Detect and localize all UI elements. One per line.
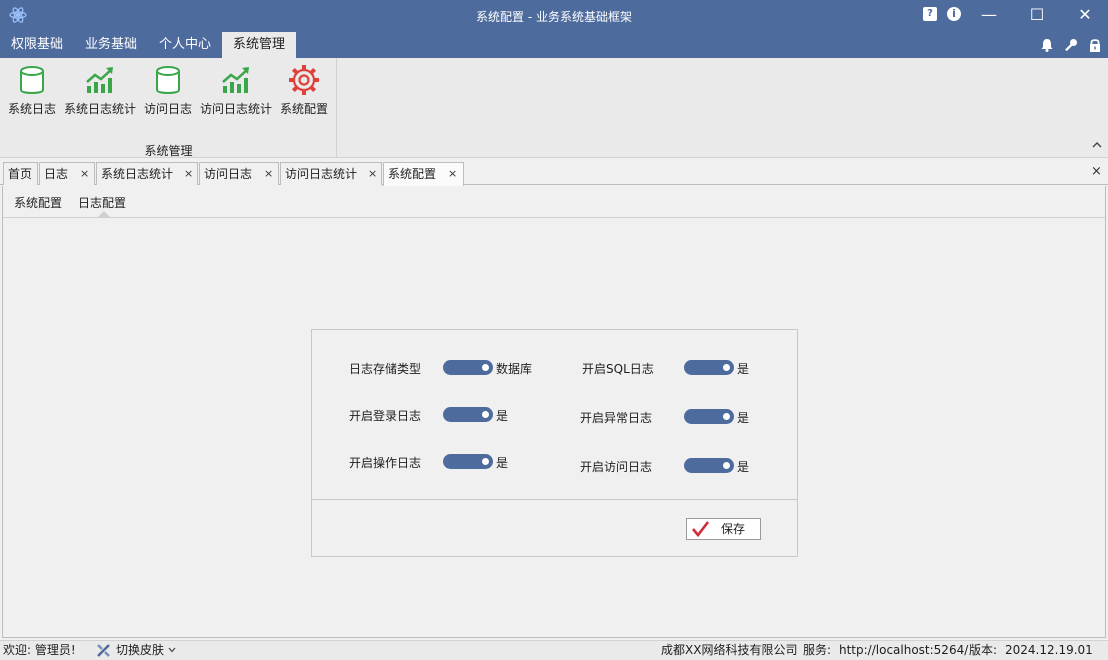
close-tab-icon[interactable]: ×: [80, 163, 89, 185]
growth-chart-icon: [222, 67, 249, 93]
ribbon-btn-system-log-stats[interactable]: 系统日志统计: [62, 64, 138, 124]
company-name: 成都XX网络科技有限公司: [661, 643, 798, 657]
close-window-button[interactable]: ✕: [1062, 0, 1108, 32]
close-tab-icon[interactable]: ×: [184, 163, 193, 185]
status-bar: 欢迎: 管理员! 切换皮肤 成都XX网络科技有限公司 服务: http://lo…: [0, 640, 1108, 660]
doc-tab-log[interactable]: 日志 ×: [39, 162, 95, 185]
ribbon-btn-system-log[interactable]: 系统日志: [6, 64, 58, 124]
title-bar: 系统配置 - 业务系统基础框架 ? i — ☐ ✕: [0, 0, 1108, 32]
ribbon-group-system: 系统日志 系统日志统计 访问日志 访问日志统计 系统配置 系统管理: [0, 58, 337, 158]
panel-divider: [312, 499, 797, 500]
sql-log-toggle[interactable]: [684, 360, 734, 375]
ribbon-btn-access-log[interactable]: 访问日志: [142, 64, 194, 124]
login-log-label: 开启登录日志: [349, 409, 422, 423]
checkmark-icon: [692, 521, 709, 538]
storage-type-label: 日志存储类型: [349, 362, 422, 376]
access-log-value: 是: [737, 460, 750, 474]
doc-tab-access-log-stats[interactable]: 访问日志统计 ×: [280, 162, 382, 185]
content-area: 系统配置 日志配置 日志存储类型 数据库 开启登录日志 是 开启操作日志 是 开…: [2, 186, 1106, 638]
sub-tab-system-config[interactable]: 系统配置: [14, 194, 62, 211]
growth-chart-icon: [86, 67, 113, 93]
save-button[interactable]: 保存: [686, 518, 761, 540]
minimize-button[interactable]: —: [966, 0, 1012, 32]
version-label: 版本:: [969, 643, 998, 657]
close-all-tabs-icon[interactable]: ×: [1091, 164, 1102, 179]
operation-log-toggle[interactable]: [443, 454, 493, 469]
close-tab-icon[interactable]: ×: [448, 163, 457, 185]
login-log-toggle[interactable]: [443, 407, 493, 422]
lock-icon[interactable]: [1087, 37, 1103, 53]
ribbon-btn-system-config[interactable]: 系统配置: [278, 64, 330, 124]
key-icon[interactable]: [1063, 37, 1079, 53]
access-log-label: 开启访问日志: [580, 460, 653, 474]
doc-tab-system-config[interactable]: 系统配置 ×: [383, 162, 464, 186]
document-tabs: 首页 日志 × 系统日志统计 × 访问日志 × 访问日志统计 × 系统配置 × …: [0, 159, 1108, 186]
ribbon-group-label: 系统管理: [144, 144, 193, 158]
ribbon-btn-label: 访问日志: [143, 102, 192, 116]
collapse-ribbon-icon[interactable]: [1090, 138, 1104, 152]
ribbon-btn-label: 系统日志统计: [63, 102, 136, 116]
menu-tab-personal[interactable]: 个人中心: [148, 32, 222, 58]
exception-log-value: 是: [737, 411, 750, 425]
sql-log-value: 是: [737, 362, 750, 376]
operation-log-label: 开启操作日志: [349, 456, 422, 470]
doc-tab-label: 访问日志统计: [285, 167, 358, 181]
access-log-toggle[interactable]: [684, 458, 734, 473]
skin-icon: [97, 644, 110, 657]
window-title: 系统配置 - 业务系统基础框架: [476, 10, 632, 24]
doc-tab-label: 日志: [44, 167, 69, 181]
help-icon[interactable]: ?: [923, 7, 937, 21]
sub-tab-log-config[interactable]: 日志配置: [78, 194, 126, 211]
doc-tab-label: 系统日志统计: [101, 167, 174, 181]
info-icon[interactable]: i: [947, 7, 961, 21]
database-icon: [156, 66, 180, 94]
doc-tab-label: 首页: [8, 167, 33, 181]
menu-bar: 权限基础 业务基础 个人中心 系统管理: [0, 32, 1108, 58]
ribbon-btn-access-log-stats[interactable]: 访问日志统计: [198, 64, 274, 124]
service-url: http://localhost:5264/: [839, 643, 969, 657]
maximize-button[interactable]: ☐: [1014, 0, 1060, 32]
menu-tab-system[interactable]: 系统管理: [222, 32, 296, 58]
close-tab-icon[interactable]: ×: [264, 163, 273, 185]
save-button-label: 保存: [721, 522, 746, 536]
login-log-value: 是: [496, 409, 509, 423]
welcome-text: 欢迎: 管理员!: [3, 643, 76, 657]
operation-log-value: 是: [496, 456, 509, 470]
ribbon: 系统日志 系统日志统计 访问日志 访问日志统计 系统配置 系统管理: [0, 58, 1108, 158]
doc-tab-label: 系统配置: [388, 167, 437, 181]
exception-log-label: 开启异常日志: [580, 411, 653, 425]
storage-type-toggle[interactable]: [443, 360, 493, 375]
bell-icon[interactable]: [1039, 37, 1055, 53]
ribbon-btn-label: 系统日志: [7, 102, 56, 116]
doc-tab-access-log[interactable]: 访问日志 ×: [199, 162, 279, 185]
storage-type-value: 数据库: [496, 362, 533, 376]
switch-skin-button[interactable]: 切换皮肤: [116, 641, 164, 660]
log-config-panel: 日志存储类型 数据库 开启登录日志 是 开启操作日志 是 开启SQL日志 是 开…: [311, 329, 798, 557]
version-value: 2024.12.19.01: [1005, 643, 1093, 657]
exception-log-toggle[interactable]: [684, 409, 734, 424]
menu-tab-permissions[interactable]: 权限基础: [0, 32, 74, 58]
close-tab-icon[interactable]: ×: [368, 163, 377, 185]
doc-tab-home[interactable]: 首页: [3, 162, 38, 185]
database-icon: [20, 66, 44, 94]
menu-tab-business[interactable]: 业务基础: [74, 32, 148, 58]
sub-tabs: 系统配置 日志配置: [3, 186, 1105, 218]
doc-tab-system-log-stats[interactable]: 系统日志统计 ×: [96, 162, 198, 185]
service-label: 服务:: [803, 643, 832, 657]
sql-log-label: 开启SQL日志: [582, 362, 654, 376]
gear-icon: [289, 65, 319, 95]
ribbon-btn-label: 系统配置: [279, 102, 328, 116]
ribbon-btn-label: 访问日志统计: [199, 102, 272, 116]
chevron-down-icon[interactable]: [168, 647, 176, 653]
active-tab-indicator: [98, 211, 110, 217]
doc-tab-label: 访问日志: [204, 167, 253, 181]
